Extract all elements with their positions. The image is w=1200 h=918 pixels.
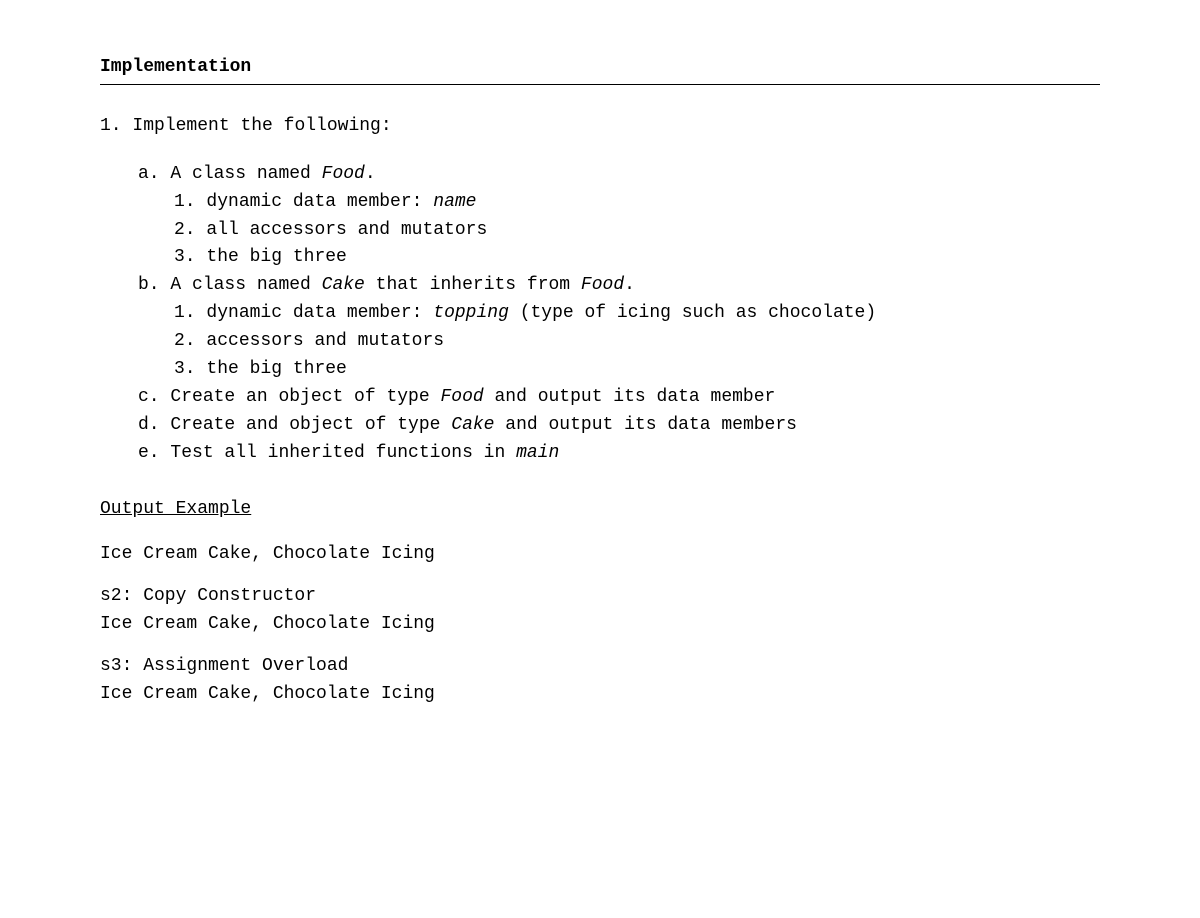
output-group-3: s3: Assignment Overload Ice Cream Cake, …	[100, 653, 1100, 709]
item-b-3: 3. the big three	[100, 356, 1100, 384]
item-a-pre: A class named	[170, 164, 321, 184]
item-a-2-text: all accessors and mutators	[206, 220, 487, 240]
item-b-2-text: accessors and mutators	[206, 331, 444, 351]
item-b-2-n: 2.	[174, 331, 196, 351]
item-b-1-n: 1.	[174, 303, 196, 323]
item-a: a. A class named Food.	[100, 161, 1100, 189]
item-a-1-ital: name	[433, 192, 476, 212]
q1-number: 1.	[100, 116, 122, 136]
item-a-3-n: 3.	[174, 247, 196, 267]
item-a-class: Food	[322, 164, 365, 184]
item-b: b. A class named Cake that inherits from…	[100, 272, 1100, 300]
item-a-2: 2. all accessors and mutators	[100, 217, 1100, 245]
item-b-1-pre: dynamic data member:	[206, 303, 433, 323]
item-a-3: 3. the big three	[100, 244, 1100, 272]
item-c: c. Create an object of type Food and out…	[100, 384, 1100, 412]
item-b-post: .	[624, 275, 635, 295]
section-heading: Implementation	[100, 54, 1100, 85]
question-1: 1. Implement the following:	[100, 113, 1100, 141]
item-a-3-text: the big three	[206, 247, 346, 267]
item-d-ital: Cake	[451, 415, 494, 435]
item-b-pre: A class named	[170, 275, 321, 295]
item-e: e. Test all inherited functions in main	[100, 440, 1100, 468]
item-b-class2: Food	[581, 275, 624, 295]
item-e-ital: main	[516, 443, 559, 463]
item-b-1-ital: topping	[433, 303, 509, 323]
item-a-1-pre: dynamic data member:	[206, 192, 433, 212]
item-b-2: 2. accessors and mutators	[100, 328, 1100, 356]
output-group-2: s2: Copy Constructor Ice Cream Cake, Cho…	[100, 583, 1100, 639]
output-example-heading: Output Example	[100, 496, 1100, 524]
item-c-label: c.	[138, 387, 160, 407]
output-group-1: Ice Cream Cake, Chocolate Icing	[100, 541, 1100, 569]
item-d-pre: Create and object of type	[170, 415, 451, 435]
item-d-label: d.	[138, 415, 160, 435]
item-a-label: a.	[138, 164, 160, 184]
item-a-1-n: 1.	[174, 192, 196, 212]
item-b-1-post: (type of icing such as chocolate)	[509, 303, 876, 323]
item-a-2-n: 2.	[174, 220, 196, 240]
item-a-post: .	[365, 164, 376, 184]
item-b-1: 1. dynamic data member: topping (type of…	[100, 300, 1100, 328]
output-line: Ice Cream Cake, Chocolate Icing	[100, 541, 1100, 569]
item-e-pre: Test all inherited functions in	[170, 443, 516, 463]
q1-text: Implement the following:	[132, 116, 391, 136]
item-a-1: 1. dynamic data member: name	[100, 189, 1100, 217]
item-d-post: and output its data members	[495, 415, 797, 435]
item-b-label: b.	[138, 275, 160, 295]
item-b-3-n: 3.	[174, 359, 196, 379]
output-line: Ice Cream Cake, Chocolate Icing	[100, 681, 1100, 709]
item-d: d. Create and object of type Cake and ou…	[100, 412, 1100, 440]
item-c-post: and output its data member	[484, 387, 776, 407]
item-b-3-text: the big three	[206, 359, 346, 379]
item-c-pre: Create an object of type	[170, 387, 440, 407]
item-e-label: e.	[138, 443, 160, 463]
output-line: s2: Copy Constructor	[100, 583, 1100, 611]
item-b-class: Cake	[322, 275, 365, 295]
item-c-ital: Food	[440, 387, 483, 407]
output-line: s3: Assignment Overload	[100, 653, 1100, 681]
output-line: Ice Cream Cake, Chocolate Icing	[100, 611, 1100, 639]
item-b-mid: that inherits from	[365, 275, 581, 295]
document-page: Implementation 1. Implement the followin…	[0, 0, 1200, 709]
